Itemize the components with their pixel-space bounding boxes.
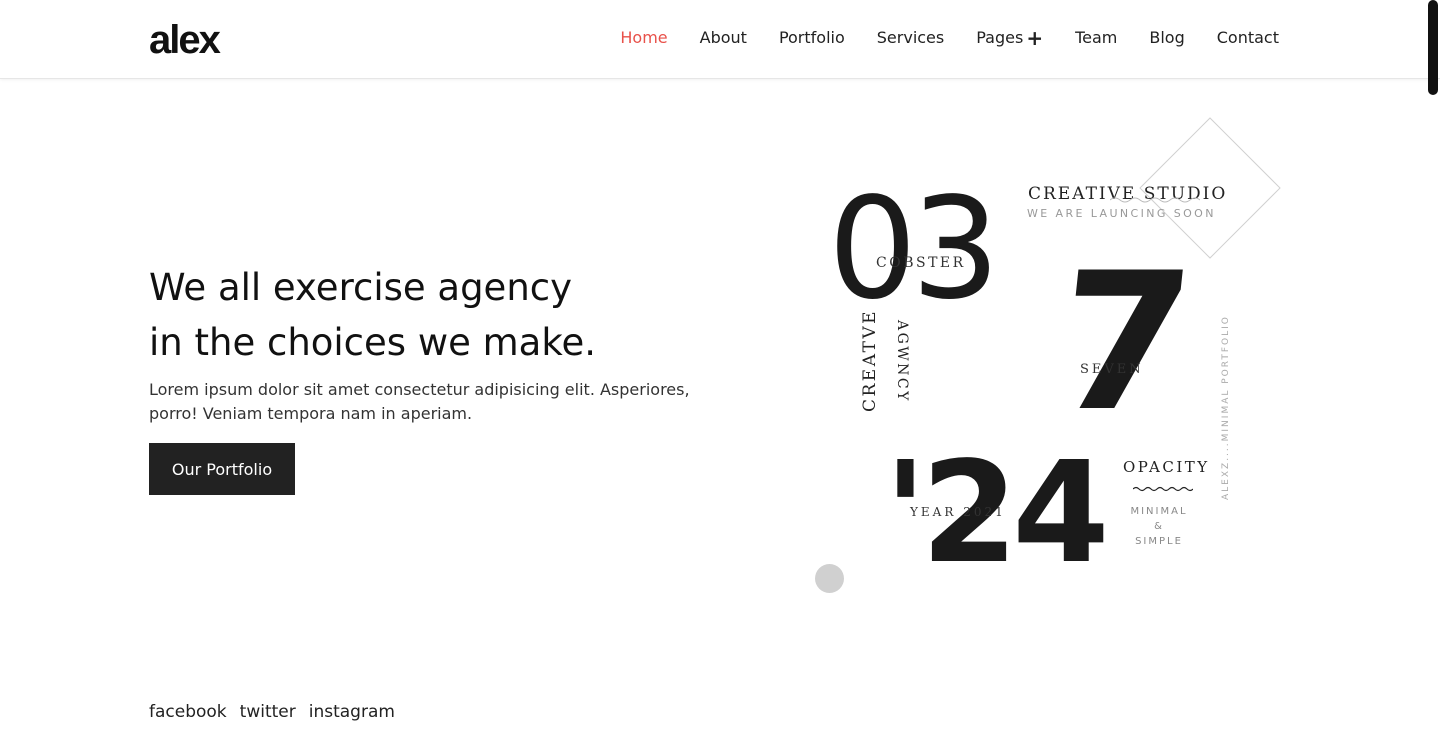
plus-icon: + xyxy=(1026,26,1044,50)
simple-text: SIMPLE xyxy=(1135,536,1183,547)
launching-label: WE ARE LAUNCING SOON xyxy=(1027,207,1216,220)
main-nav: Home About Portfolio Services Pages + Te… xyxy=(588,26,1279,50)
nav-services[interactable]: Services xyxy=(877,26,944,50)
typography-collage: 03 7 '24 CREATIVE STUDIO WE ARE LAUNCING… xyxy=(800,100,1320,620)
ampersand-text: & xyxy=(1154,521,1164,532)
twitter-link[interactable]: twitter xyxy=(240,702,296,722)
opacity-label: OPACITY xyxy=(1123,458,1210,476)
grey-dot xyxy=(815,564,844,593)
logo[interactable]: alex xyxy=(149,12,221,68)
nav-home[interactable]: Home xyxy=(620,26,667,50)
nav-contact[interactable]: Contact xyxy=(1217,26,1279,50)
cobster-label: COBSTER xyxy=(876,255,966,271)
year-label: YEAR 2021 xyxy=(910,505,1006,519)
seven-label: SEVEN xyxy=(1080,362,1144,377)
creative-vertical-label: CREATVE xyxy=(860,308,880,412)
hero-title: We all exercise agency in the choices we… xyxy=(149,260,709,370)
nav-pages[interactable]: Pages + xyxy=(976,26,1043,50)
nav-portfolio[interactable]: Portfolio xyxy=(779,26,845,50)
minimal-text: MINIMAL xyxy=(1130,506,1188,517)
social-links: facebook twitter instagram xyxy=(149,702,408,722)
hero-title-line-1: We all exercise agency xyxy=(149,266,573,309)
alexz-vertical-label: ALEXZ....MINIMAL PORTFOLIO xyxy=(1221,315,1231,500)
site-header: alex Home About Portfolio Services Pages… xyxy=(0,0,1440,79)
big-number-7: 7 xyxy=(1046,232,1202,453)
minimal-simple-label: MINIMAL & SIMPLE xyxy=(1118,504,1200,549)
big-number-03: 03 xyxy=(828,168,1000,331)
nav-pages-label: Pages xyxy=(976,28,1024,47)
wave-icon xyxy=(1110,197,1200,203)
instagram-link[interactable]: instagram xyxy=(309,702,395,722)
agency-vertical-label: AGWNCY xyxy=(894,320,910,403)
nav-about[interactable]: About xyxy=(700,26,747,50)
hero-description: Lorem ipsum dolor sit amet consectetur a… xyxy=(149,380,690,423)
our-portfolio-button[interactable]: Our Portfolio xyxy=(149,443,295,495)
nav-blog[interactable]: Blog xyxy=(1149,26,1184,50)
nav-team[interactable]: Team xyxy=(1075,26,1117,50)
wave-icon xyxy=(1133,486,1193,492)
facebook-link[interactable]: facebook xyxy=(149,702,227,722)
scrollbar[interactable] xyxy=(1428,0,1438,95)
hero-title-line-2: in the choices we make. xyxy=(149,321,596,364)
